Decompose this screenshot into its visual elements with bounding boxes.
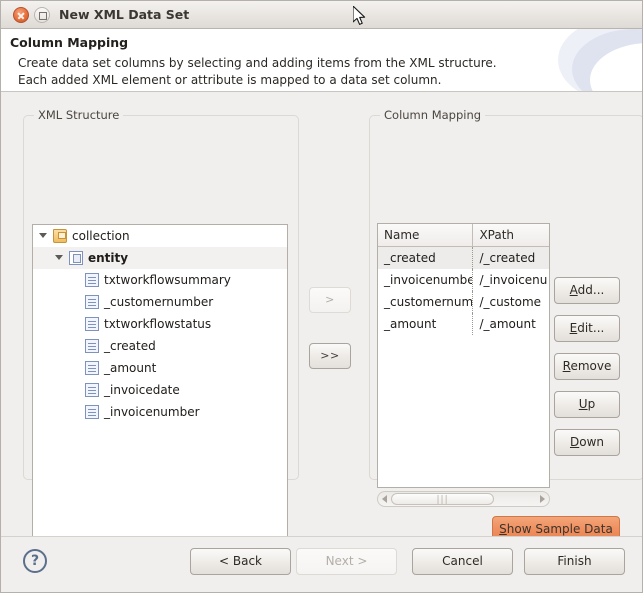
table-row[interactable]: _invoicenumbe /_invoicenu <box>378 269 549 291</box>
table-horizontal-scrollbar[interactable]: ||| <box>377 491 550 507</box>
next-button: Next > <box>296 548 397 575</box>
tree-item[interactable]: collection <box>33 225 287 247</box>
banner-decoration <box>552 29 642 91</box>
expand-collapse-triangle-icon[interactable] <box>55 255 63 260</box>
close-icon[interactable] <box>13 7 29 23</box>
folder-collection-icon <box>53 229 67 243</box>
table-header-row: Name XPath <box>378 224 549 247</box>
tree-item-label: _amount <box>104 361 157 375</box>
tree-item[interactable]: _invoicenumber <box>33 401 287 423</box>
cancel-button[interactable]: Cancel <box>412 548 513 575</box>
layers-entity-icon <box>69 251 83 265</box>
table-row[interactable]: _created /_created <box>378 247 549 269</box>
xml-structure-group-label: XML Structure <box>34 108 124 122</box>
xml-element-icon <box>85 361 99 375</box>
add-all-button[interactable]: >> <box>309 343 351 369</box>
window-title: New XML Data Set <box>59 7 190 22</box>
new-xml-data-set-dialog: New XML Data Set Column Mapping Create d… <box>0 0 643 593</box>
tree-item[interactable]: _amount <box>33 357 287 379</box>
tree-item[interactable]: txtworkflowstatus <box>33 313 287 335</box>
tree-item-label: entity <box>88 251 129 265</box>
expand-collapse-triangle-icon[interactable] <box>39 233 47 238</box>
tree-item-label: _invoicenumber <box>104 405 200 419</box>
table-row[interactable]: _amount /_amount <box>378 313 549 335</box>
column-mapping-table[interactable]: Name XPath _created /_created _invoicenumb… <box>377 223 550 488</box>
move-down-button[interactable]: Down <box>554 429 620 456</box>
tree-item-label: txtworkflowstatus <box>104 317 212 331</box>
cell-xpath: /_custome <box>479 295 542 309</box>
remove-mapping-button[interactable]: Remove <box>554 353 620 380</box>
scroll-right-arrow-icon[interactable] <box>540 495 545 503</box>
xml-element-icon <box>85 383 99 397</box>
xml-element-icon <box>85 317 99 331</box>
cell-name: _amount <box>378 313 474 335</box>
dialog-body: XML Structure Column Mapping collection e… <box>1 92 642 551</box>
page-title: Column Mapping <box>10 35 129 50</box>
edit-mapping-button[interactable]: Edit... <box>554 315 620 342</box>
tree-item-label: _invoicedate <box>104 383 180 397</box>
xml-structure-tree[interactable]: collection entity txtworkflowsummary _custo… <box>32 224 288 551</box>
cell-name: _invoicenumbe <box>378 269 474 291</box>
tree-item-label: txtworkflowsummary <box>104 273 231 287</box>
xml-element-icon <box>85 339 99 353</box>
cell-xpath: /_invoicenu <box>479 273 548 287</box>
page-description-line-2: Each added XML element or attribute is m… <box>18 72 442 87</box>
scrollbar-thumb[interactable]: ||| <box>391 493 494 505</box>
add-selected-button[interactable]: > <box>309 287 351 313</box>
tree-item[interactable]: _created <box>33 335 287 357</box>
help-question-icon[interactable]: ? <box>23 549 47 573</box>
wizard-banner: Column Mapping Create data set columns b… <box>1 29 642 92</box>
cell-xpath: /_created <box>479 251 536 265</box>
back-button[interactable]: < Back <box>190 548 291 575</box>
tree-item[interactable]: txtworkflowsummary <box>33 269 287 291</box>
tree-item[interactable]: _invoicedate <box>33 379 287 401</box>
cell-name: _customernum <box>378 291 474 313</box>
page-description: Create data set columns by selecting and… <box>18 55 497 88</box>
cell-xpath: /_amount <box>479 317 536 331</box>
scroll-left-arrow-icon[interactable] <box>382 495 387 503</box>
xml-element-icon <box>85 273 99 287</box>
tree-item[interactable]: _customernumber <box>33 291 287 313</box>
xml-element-icon <box>85 405 99 419</box>
cell-name: _created <box>378 247 474 269</box>
scrollbar-grip: ||| <box>436 495 449 505</box>
column-mapping-group-label: Column Mapping <box>380 108 486 122</box>
column-header-name[interactable]: Name <box>378 224 474 246</box>
xml-element-icon <box>85 295 99 309</box>
add-mapping-button[interactable]: Add... <box>554 277 620 304</box>
table-body: _created /_created _invoicenumbe /_invoicen… <box>378 247 549 335</box>
window-titlebar: New XML Data Set <box>1 1 642 29</box>
maximize-icon[interactable] <box>34 7 50 23</box>
tree-item-label: _customernumber <box>104 295 214 309</box>
tree-item-label: collection <box>72 229 130 243</box>
page-description-line-1: Create data set columns by selecting and… <box>18 56 497 70</box>
column-header-xpath[interactable]: XPath <box>473 224 549 246</box>
move-up-button[interactable]: Up <box>554 391 620 418</box>
tree-item-label: _created <box>104 339 156 353</box>
finish-button[interactable]: Finish <box>524 548 625 575</box>
tree-item[interactable]: entity <box>33 247 287 269</box>
table-row[interactable]: _customernum /_custome <box>378 291 549 313</box>
